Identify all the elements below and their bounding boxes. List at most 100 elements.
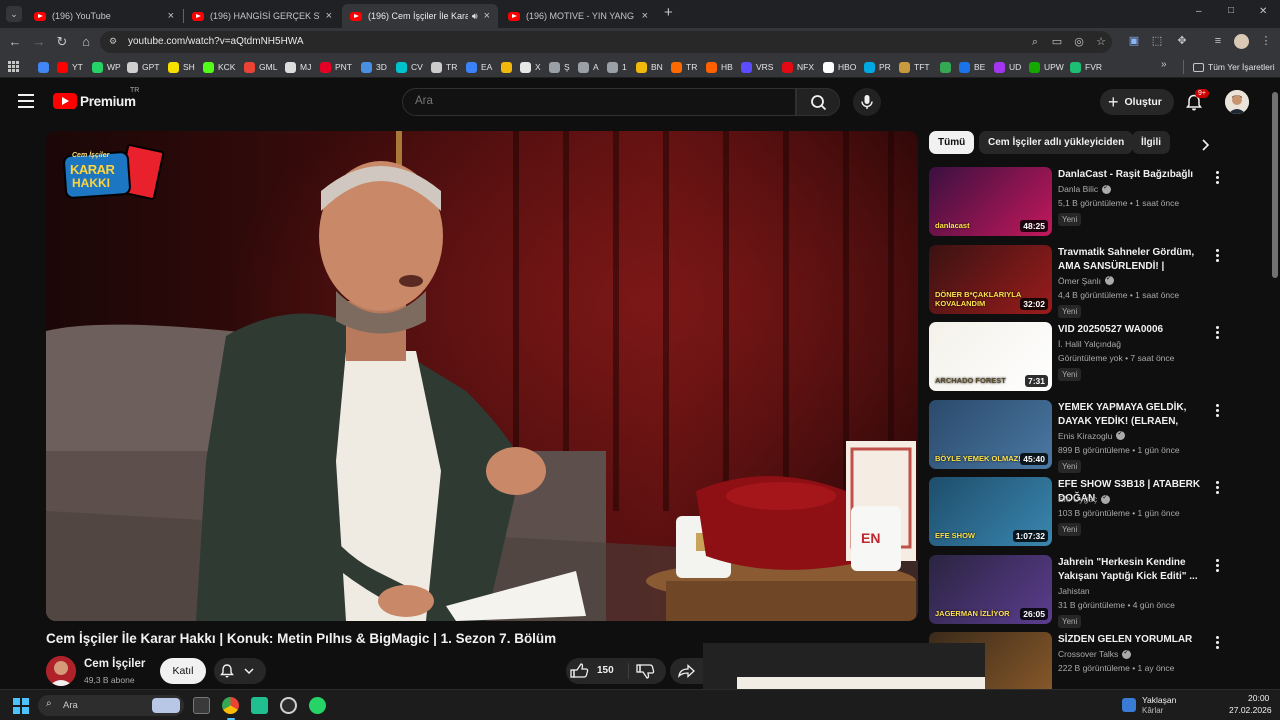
recommendation-card[interactable]: BÖYLE YEMEK OLMAZ! 45:40 YEMEK YAPMAYA GEL… [929, 399, 1264, 473]
address-bar[interactable]: ⚙ youtube.com/watch?v=aQtdmNH5HWA ⌕ ▭ ◎ … [100, 31, 1112, 53]
filter-chip[interactable]: Tümü [929, 131, 975, 154]
browser-tab[interactable]: (196) YouTube × [26, 4, 182, 28]
video-thumbnail[interactable]: EFE SHOW 1:07:32 [929, 477, 1052, 546]
bookmark-item[interactable]: UPW [1029, 60, 1064, 74]
bookmark-item[interactable]: PR [864, 60, 891, 74]
forward-button[interactable]: → [30, 33, 48, 51]
bookmark-item[interactable]: YT [57, 60, 83, 74]
minimize-button[interactable]: – [1196, 6, 1202, 17]
more-actions-icon[interactable] [1216, 171, 1220, 185]
channel-name[interactable]: Cem İşçiler [84, 658, 145, 670]
channel-avatar[interactable] [46, 656, 76, 686]
bookmark-item[interactable]: MJ [285, 60, 311, 74]
recommendation-card[interactable]: danlacast 48:25 DanlaCast - Raşit Bağzıbağ… [929, 167, 1264, 239]
reading-list-icon[interactable]: ≡ [1211, 34, 1225, 48]
bookmark-item[interactable]: A [578, 60, 599, 74]
browser-tab[interactable]: (196) Cem İşçiler İle Karar H 🔊︎ × [342, 4, 498, 28]
zoom-icon[interactable]: ⌕ [1028, 35, 1042, 49]
bookmark-item[interactable]: NFX [782, 60, 814, 74]
recommendation-card[interactable]: JAGERMAN İZLİYOR 26:05 Jahrein "Herkesin K… [929, 554, 1264, 628]
more-actions-icon[interactable] [1216, 558, 1220, 573]
speaker-icon[interactable]: 🔊︎ [472, 11, 478, 22]
browser-tab[interactable]: (196) HANGİSİ GERÇEK STAND × [184, 4, 340, 28]
create-button[interactable]: + Oluştur [1100, 89, 1174, 115]
like-button[interactable] [566, 658, 626, 684]
bookmark-item[interactable]: FVR [1070, 60, 1102, 74]
video-thumbnail[interactable]: BÖYLE YEMEK OLMAZ! 45:40 [929, 399, 1052, 469]
taskbar-search[interactable]: ⌕ Ara [38, 695, 184, 716]
back-button[interactable]: ← [6, 33, 24, 51]
channel-name[interactable]: Crossover Talks [1058, 649, 1118, 659]
dislike-button[interactable] [632, 658, 666, 684]
settings-app-icon[interactable] [280, 697, 297, 714]
video-thumbnail[interactable]: danlacast 48:25 [929, 167, 1052, 236]
all-bookmarks-folder[interactable]: Tüm Yer İşaretleri [1193, 60, 1275, 74]
channel-name[interactable]: Efe Uygaç [1058, 494, 1097, 504]
recommendation-card[interactable]: DÖNER B*ÇAKLARIYLA KOVALANDIM 32:02 Travma… [929, 244, 1264, 318]
guide-menu-icon[interactable] [18, 94, 34, 108]
bookmark-item[interactable]: CV [396, 60, 423, 74]
youtube-premium-logo[interactable]: Premium TR [53, 87, 139, 109]
bookmark-item[interactable]: HB [706, 60, 733, 74]
browser-tab[interactable]: (196) MOTIVE - YIN YANG (Offi × [500, 4, 656, 28]
translate-extension-icon[interactable]: ▣ [1127, 34, 1141, 48]
video-title[interactable]: YEMEK YAPMAYA GELDİK, DAYAK YEDİK! (ELRA… [1058, 401, 1208, 429]
channel-name[interactable]: İ. Halil Yalçındağ [1058, 339, 1121, 349]
close-tab-icon[interactable]: × [642, 10, 648, 22]
profile-avatar[interactable] [1234, 34, 1249, 49]
reload-button[interactable]: ↻ [53, 33, 71, 51]
bookmark-item[interactable]: 3D [361, 60, 387, 74]
bookmark-item[interactable] [501, 60, 516, 74]
recommendation-card[interactable]: EFE SHOW 1:07:32 EFE SHOW S3B18 | ATABERK … [929, 477, 1264, 549]
search-button[interactable] [796, 88, 840, 116]
task-view-icon[interactable] [193, 697, 210, 714]
account-avatar[interactable] [1225, 90, 1249, 114]
more-actions-icon[interactable] [1216, 248, 1220, 263]
video-thumbnail[interactable]: DÖNER B*ÇAKLARIYLA KOVALANDIM 32:02 [929, 244, 1052, 314]
video-title[interactable]: Travmatik Sahneler Gördüm, AMA SANSÜRLEN… [1058, 246, 1208, 274]
video-thumbnail[interactable]: JAGERMAN İZLİYOR 26:05 [929, 554, 1052, 624]
chrome-menu-icon[interactable]: ⋮ [1259, 34, 1273, 48]
more-actions-icon[interactable] [1216, 403, 1220, 418]
bookmark-item[interactable]: GPT [127, 60, 159, 74]
bookmark-item[interactable]: TR [671, 60, 697, 74]
bookmark-item[interactable]: PNT [320, 60, 352, 74]
apps-icon[interactable] [8, 61, 19, 72]
bookmark-item[interactable]: UD [994, 60, 1021, 74]
chips-next-arrow[interactable] [1196, 136, 1214, 154]
channel-name[interactable]: Jahistan [1058, 586, 1090, 596]
bookmarks-overflow-button[interactable]: » [1161, 59, 1167, 70]
chrome-taskbar-icon[interactable] [222, 697, 239, 714]
bookmark-item[interactable] [38, 60, 53, 74]
bookmark-item[interactable]: TFT [899, 60, 930, 74]
more-actions-icon[interactable] [1216, 326, 1220, 340]
home-button[interactable]: ⌂ [77, 33, 95, 51]
bookmark-item[interactable] [940, 60, 955, 74]
whatsapp-icon[interactable] [309, 697, 326, 714]
bookmark-item[interactable]: SH [168, 60, 195, 74]
bookmark-item[interactable]: BN [636, 60, 663, 74]
search-box[interactable] [402, 88, 796, 116]
close-tab-icon[interactable]: × [484, 10, 490, 22]
bookmark-item[interactable]: EA [466, 60, 492, 74]
video-title[interactable]: VID 20250527 WA0006 [1058, 323, 1208, 337]
weather-widget[interactable]: Yaklaşan Kârlar [1122, 693, 1212, 717]
video-player[interactable]: EN Cem İşçiler KARAR HAKKI [46, 131, 918, 621]
windows-start-icon[interactable] [13, 698, 29, 714]
search-input[interactable] [415, 95, 775, 107]
bookmark-item[interactable]: WP [92, 60, 121, 74]
extension-icon[interactable]: ⬚ [1150, 34, 1164, 48]
join-button[interactable]: Katıl [160, 658, 206, 684]
more-actions-icon[interactable] [1216, 481, 1220, 495]
filter-chip[interactable]: Cem İşçiler adlı yükleyiciden [979, 131, 1134, 154]
bookmark-item[interactable]: X [520, 60, 541, 74]
subscription-bell-button[interactable] [214, 658, 266, 684]
bookmark-item[interactable]: BE [959, 60, 985, 74]
bookmark-item[interactable]: 1 [607, 60, 627, 74]
close-tab-icon[interactable]: × [168, 10, 174, 22]
bookmark-item[interactable]: Ş [549, 60, 570, 74]
bookmark-item[interactable]: GML [244, 60, 277, 74]
chat-app-icon[interactable] [251, 697, 268, 714]
site-info-icon[interactable]: ⚙ [109, 36, 121, 47]
bookmark-item[interactable]: KCK [203, 60, 235, 74]
